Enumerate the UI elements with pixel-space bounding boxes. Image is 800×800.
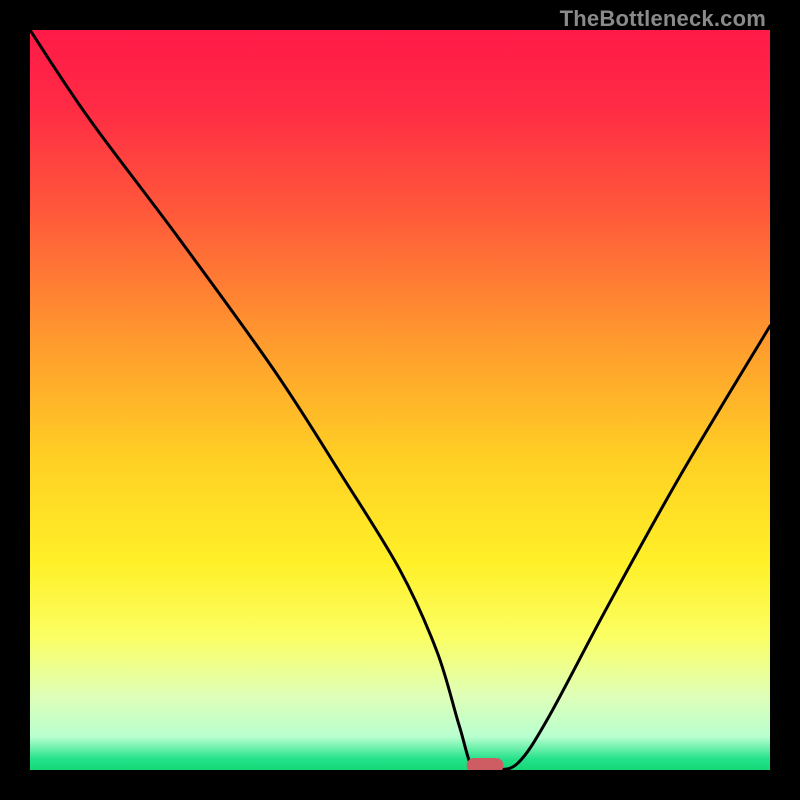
watermark-text: TheBottleneck.com [560, 6, 766, 32]
gradient-background [30, 30, 770, 770]
plot-area [30, 30, 770, 770]
chart-frame: TheBottleneck.com [0, 0, 800, 800]
bottleneck-chart [30, 30, 770, 770]
optimal-marker [467, 758, 504, 770]
